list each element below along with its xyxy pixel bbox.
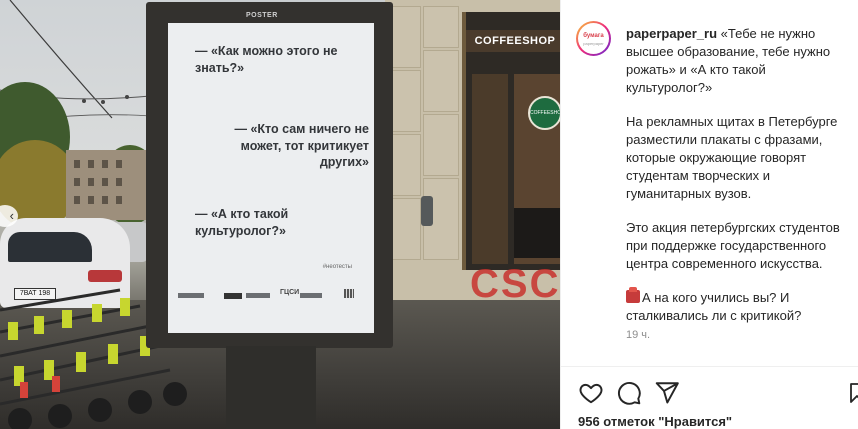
school-building-emoji (626, 287, 640, 303)
post-timestamp[interactable]: 19 ч. (626, 329, 650, 341)
shop-sign: COFFEESHOP (466, 30, 560, 52)
comment-bubble-icon[interactable] (616, 380, 642, 406)
qr-code (344, 289, 354, 298)
heart-icon[interactable] (578, 380, 604, 406)
caption-paragraph: На рекламных щитах в Петербурге размести… (626, 114, 838, 201)
sponsor-logo (178, 293, 204, 298)
like-count[interactable]: 956 отметок "Нравится" (578, 414, 732, 429)
poster-quote-1: — «Как можно этого не знать?» (195, 44, 338, 75)
avatar-logo: бумага paperpaper (580, 25, 607, 52)
stand-brand: POSTER (246, 12, 278, 19)
username-link[interactable]: paperpaper_ru (626, 26, 717, 41)
poster-quote-2: — «Кто сам ничего не может, тот критикуе… (234, 122, 370, 169)
divider (561, 366, 858, 367)
caption-paragraph: А на кого учились вы? И сталкивались ли … (626, 290, 802, 323)
avatar[interactable]: бумага paperpaper (576, 21, 611, 56)
sponsor-logo (300, 293, 322, 298)
poster: — «Как можно этого не знать?» — «Кто сам… (168, 23, 374, 333)
background-building (66, 150, 152, 220)
sponsor-logo (246, 293, 270, 298)
post-sidebar: бумага paperpaper paperpaper_ru «Тебе не… (560, 0, 858, 429)
sponsor-gcsi: ГЦСИ (280, 289, 300, 296)
sponsor-logo (224, 293, 242, 299)
coffee-logo: COFFEESHOP COMPANY (528, 96, 560, 130)
bookmark-icon[interactable] (850, 383, 858, 403)
paper-plane-icon[interactable] (654, 380, 680, 406)
poster-quote-3: — «А кто такой культуролог?» (195, 207, 289, 238)
post-caption: paperpaper_ru «Тебе не нужно высшее обра… (626, 25, 854, 341)
poster-hashtag: #неотесты (322, 264, 352, 270)
post-image[interactable]: COFFEESHOP COFFEESHOP COMPANY CSC 7ВАТ 1… (0, 0, 560, 429)
poster-stand-post (226, 346, 316, 429)
coffee-shop-front: COFFEESHOP (462, 12, 560, 270)
caption-paragraph: Это акция петербургских студентов при по… (626, 220, 840, 271)
